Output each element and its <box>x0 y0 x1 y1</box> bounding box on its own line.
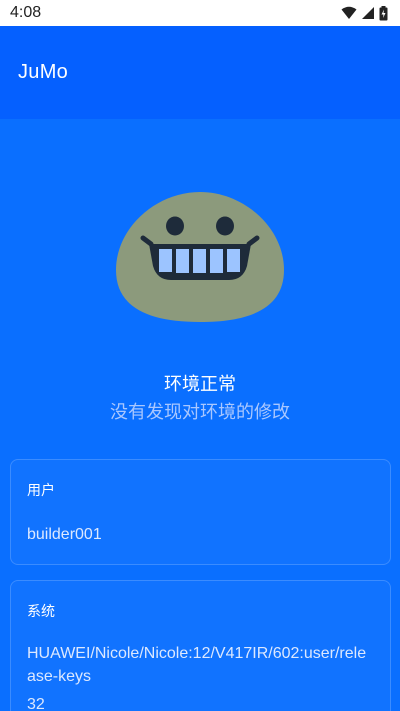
grinning-face-icon <box>116 192 284 322</box>
wifi-icon <box>341 6 357 19</box>
system-extra-value: 32 <box>27 696 45 711</box>
user-card: 用户 builder001 <box>10 459 391 565</box>
app-bar: JuMo <box>0 26 400 119</box>
battery-charging-icon <box>379 5 388 20</box>
system-card: 系统 HUAWEI/Nicole/Nicole:12/V417IR/602:us… <box>10 580 391 711</box>
status-bar: 4:08 <box>0 0 400 26</box>
signal-icon <box>362 7 374 19</box>
user-label: 用户 <box>27 482 55 498</box>
user-value: builder001 <box>27 526 102 543</box>
status-title: 环境正常 <box>164 374 236 395</box>
system-label: 系统 <box>27 603 55 619</box>
status-time: 4:08 <box>10 4 42 21</box>
status-icons <box>341 5 388 21</box>
system-value: HUAWEI/Nicole/Nicole:12/V417IR/602:user/… <box>27 645 367 685</box>
status-subtitle: 没有发现对环境的修改 <box>110 402 290 423</box>
app-title: JuMo <box>18 61 69 83</box>
